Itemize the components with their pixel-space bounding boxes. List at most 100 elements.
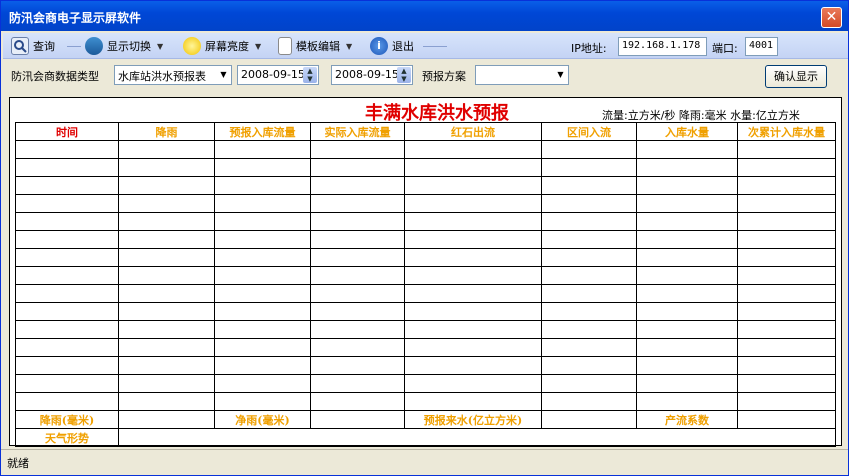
date-to-picker[interactable]: 2008-09-15 ▲ ▼ <box>331 65 413 85</box>
table-cell[interactable] <box>15 158 119 177</box>
table-cell[interactable] <box>15 266 119 285</box>
table-cell[interactable] <box>636 338 738 357</box>
table-cell[interactable] <box>404 176 542 195</box>
table-cell[interactable] <box>15 392 119 411</box>
table-cell[interactable] <box>404 230 542 249</box>
confirm-display-button[interactable]: 确认显示 <box>765 65 827 88</box>
table-cell[interactable] <box>118 356 215 375</box>
table-cell[interactable] <box>636 392 738 411</box>
table-cell[interactable] <box>636 194 738 213</box>
table-cell[interactable] <box>541 158 637 177</box>
table-cell[interactable] <box>118 284 215 303</box>
table-cell[interactable] <box>118 158 215 177</box>
table-cell[interactable] <box>15 284 119 303</box>
table-cell[interactable] <box>737 158 836 177</box>
table-cell[interactable] <box>214 374 311 393</box>
table-cell[interactable] <box>541 284 637 303</box>
table-cell[interactable] <box>310 392 405 411</box>
table-cell[interactable] <box>214 212 311 231</box>
table-cell[interactable] <box>737 356 836 375</box>
table-cell[interactable] <box>118 374 215 393</box>
table-cell[interactable] <box>737 194 836 213</box>
table-cell[interactable] <box>737 176 836 195</box>
table-cell[interactable] <box>310 248 405 267</box>
table-cell[interactable] <box>118 230 215 249</box>
date-from-picker[interactable]: 2008-09-15 ▲ ▼ <box>237 65 319 85</box>
table-cell[interactable] <box>404 320 542 339</box>
table-cell[interactable] <box>118 338 215 357</box>
close-button[interactable]: ✕ <box>821 7 842 28</box>
table-cell[interactable] <box>310 338 405 357</box>
table-cell[interactable] <box>636 302 738 321</box>
table-cell[interactable] <box>404 302 542 321</box>
table-cell[interactable] <box>118 140 215 159</box>
table-cell[interactable] <box>404 284 542 303</box>
table-cell[interactable] <box>310 374 405 393</box>
table-cell[interactable] <box>737 140 836 159</box>
table-cell[interactable] <box>541 140 637 159</box>
scheme-select[interactable]: ▼ <box>475 65 569 85</box>
table-cell[interactable] <box>541 302 637 321</box>
chevron-down-icon[interactable]: ▼ <box>216 66 231 84</box>
table-cell[interactable] <box>15 140 119 159</box>
table-cell[interactable] <box>310 212 405 231</box>
resize-grip-icon[interactable]: ⋰⋰ <box>7 455 842 471</box>
table-cell[interactable] <box>636 374 738 393</box>
table-cell[interactable] <box>737 392 836 411</box>
table-cell[interactable] <box>214 392 311 411</box>
table-cell[interactable] <box>214 158 311 177</box>
table-cell[interactable] <box>118 176 215 195</box>
table-cell[interactable] <box>636 176 738 195</box>
table-cell[interactable] <box>737 212 836 231</box>
display-switch-button[interactable]: 显示切换 ▼ <box>85 36 163 56</box>
table-cell[interactable] <box>15 320 119 339</box>
query-button[interactable]: 查询 <box>11 36 55 56</box>
table-cell[interactable] <box>118 194 215 213</box>
table-cell[interactable] <box>636 158 738 177</box>
spin-updown-icon[interactable]: ▲ ▼ <box>303 67 317 83</box>
table-cell[interactable] <box>15 230 119 249</box>
table-cell[interactable] <box>404 212 542 231</box>
table-cell[interactable] <box>214 284 311 303</box>
table-cell[interactable] <box>541 338 637 357</box>
table-cell[interactable] <box>15 356 119 375</box>
table-cell[interactable] <box>214 248 311 267</box>
table-cell[interactable] <box>404 140 542 159</box>
chevron-down-icon[interactable]: ▼ <box>553 66 568 84</box>
table-cell[interactable] <box>310 230 405 249</box>
table-cell[interactable] <box>541 212 637 231</box>
table-cell[interactable] <box>214 338 311 357</box>
table-cell[interactable] <box>737 374 836 393</box>
table-cell[interactable] <box>214 176 311 195</box>
table-cell[interactable] <box>214 266 311 285</box>
table-cell[interactable] <box>737 230 836 249</box>
table-cell[interactable] <box>541 374 637 393</box>
table-cell[interactable] <box>214 356 311 375</box>
table-cell[interactable] <box>214 140 311 159</box>
table-cell[interactable] <box>737 320 836 339</box>
table-cell[interactable] <box>15 302 119 321</box>
table-cell[interactable] <box>636 320 738 339</box>
table-cell[interactable] <box>737 266 836 285</box>
table-cell[interactable] <box>404 248 542 267</box>
table-cell[interactable] <box>636 212 738 231</box>
spin-updown-icon[interactable]: ▲ ▼ <box>397 67 411 83</box>
table-cell[interactable] <box>118 266 215 285</box>
table-cell[interactable] <box>636 284 738 303</box>
table-cell[interactable] <box>737 284 836 303</box>
table-cell[interactable] <box>404 266 542 285</box>
port-input[interactable]: 4001 <box>745 37 778 56</box>
footer-cell[interactable] <box>541 410 637 429</box>
ip-address-input[interactable]: 192.168.1.178 <box>618 37 707 56</box>
table-cell[interactable] <box>214 320 311 339</box>
table-cell[interactable] <box>310 284 405 303</box>
table-cell[interactable] <box>310 302 405 321</box>
table-cell[interactable] <box>636 266 738 285</box>
table-cell[interactable] <box>118 212 215 231</box>
table-cell[interactable] <box>15 176 119 195</box>
table-cell[interactable] <box>541 230 637 249</box>
table-cell[interactable] <box>310 158 405 177</box>
exit-button[interactable]: i 退出 <box>370 36 414 56</box>
table-cell[interactable] <box>15 338 119 357</box>
table-cell[interactable] <box>214 302 311 321</box>
